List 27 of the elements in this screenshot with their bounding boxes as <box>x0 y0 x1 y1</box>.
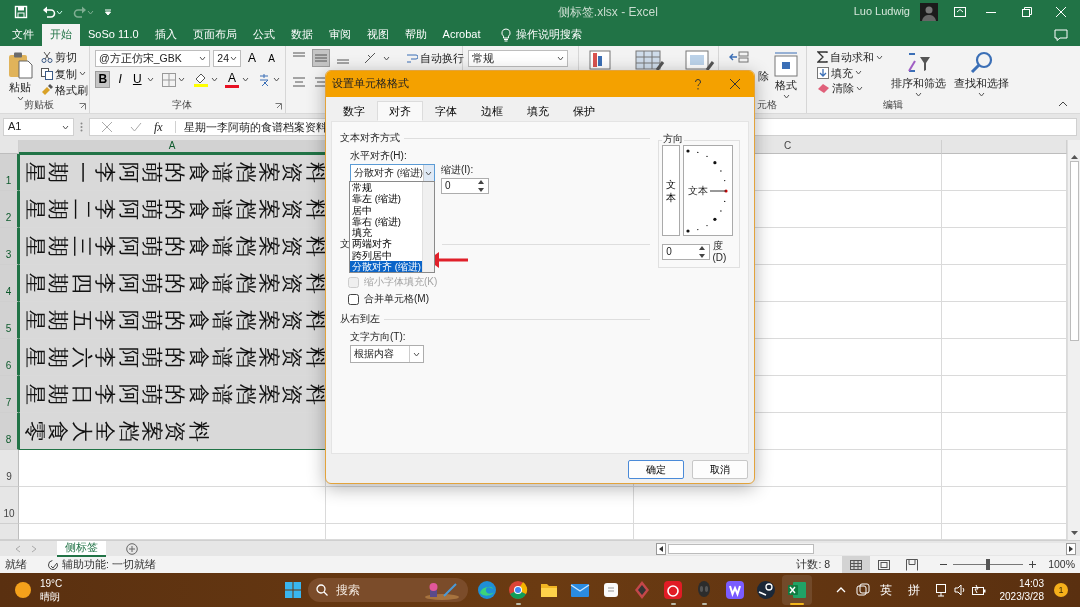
count-status: 计数: 8 <box>796 558 831 571</box>
field-label: 缩进(I): <box>441 164 475 176</box>
table-cell: 星期六李阿萌的食谱档案资料 <box>19 339 326 376</box>
checkbox-label: 合并单元格(M) <box>364 293 429 305</box>
table-cell: 零食大全档案资料 <box>19 413 326 450</box>
group-label: 剪贴板 <box>22 99 55 111</box>
status-text: 就绪 <box>5 558 27 571</box>
user-name: Luo Ludwig <box>853 5 910 19</box>
table-cell: 星期四李阿萌的食谱档案资料 <box>19 265 326 302</box>
table-cell: 星期三李阿萌的食谱档案资料 <box>19 228 326 265</box>
field-label: 度(D) <box>712 240 728 264</box>
window-title: 侧标签.xlsx - Excel <box>556 4 658 20</box>
section-heading: 文本对齐方式 <box>340 132 400 144</box>
table-cell: 星期日李阿萌的食谱档案资料 <box>19 376 326 413</box>
section-heading: 方向 <box>662 133 685 145</box>
group-label: 编辑 <box>882 99 904 111</box>
section-heading: 从右到左 <box>340 313 380 325</box>
group-label: 字体 <box>170 99 193 111</box>
field-label: 水平对齐(H): <box>350 150 408 162</box>
dialog-title: 设置单元格格式 <box>332 77 409 91</box>
checkbox-label: 缩小字体填充(K) <box>364 276 438 288</box>
table-cell: 星期一李阿萌的食谱档案资料 <box>19 154 326 191</box>
group-label: 元格 <box>756 99 778 111</box>
section-heading: 文 <box>340 238 350 250</box>
table-cell: 星期五李阿萌的食谱档案资料 <box>19 302 326 339</box>
field-label: 文字方向(T): <box>350 331 407 343</box>
table-cell: 星期二李阿萌的食谱档案资料 <box>19 191 326 228</box>
